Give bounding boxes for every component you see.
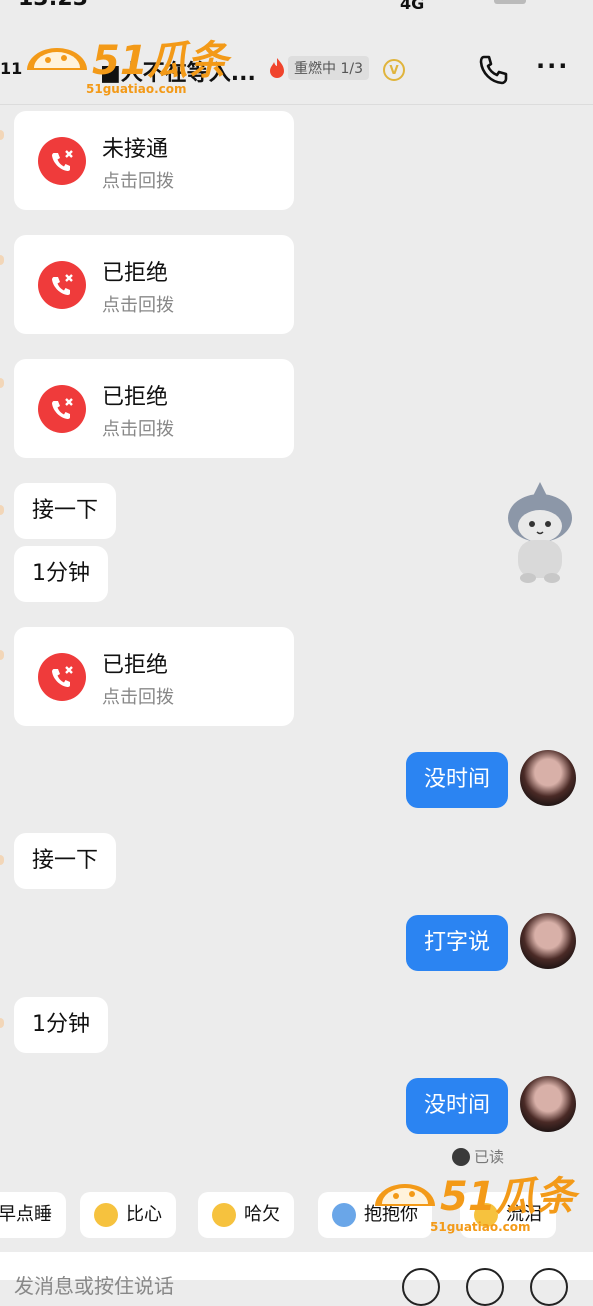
message-input-bar[interactable]: 发消息或按住说话 — [0, 1252, 593, 1306]
watermark-brand: 51瓜条 — [92, 38, 228, 84]
sender-avatar-edge — [0, 378, 4, 388]
status-bar: 13:23 4G — [0, 0, 593, 22]
call-record-card[interactable]: 已拒绝 点击回拨 — [14, 359, 294, 458]
shark-cat-sticker[interactable] — [502, 480, 578, 586]
signal-indicator: 4G — [400, 0, 425, 13]
heat-status-badge[interactable]: 重燃中 1/3 — [288, 56, 369, 80]
emoji-icon[interactable] — [466, 1268, 504, 1306]
received-message[interactable]: 接一下 — [14, 833, 117, 889]
call-status: 已拒绝 — [102, 653, 169, 678]
watermark-domain: 51guatiao.com — [86, 82, 187, 96]
watermark-domain: 51guatiao.com — [430, 1220, 531, 1234]
call-action: 点击回拨 — [102, 419, 174, 440]
call-record-card[interactable]: 已拒绝 点击回拨 — [14, 627, 294, 726]
yawn-emoji-icon — [212, 1203, 236, 1227]
avatar[interactable] — [520, 750, 576, 806]
read-avatar-icon — [452, 1147, 470, 1166]
read-receipt: 已读 — [452, 1146, 504, 1167]
received-message[interactable]: 1分钟 — [14, 546, 108, 602]
sender-avatar-edge — [0, 130, 4, 140]
quick-reply-label: 早点睡 — [0, 1204, 52, 1225]
flame-icon — [270, 58, 284, 78]
call-action: 点击回拨 — [102, 687, 174, 708]
watermark-logo: 51瓜条 51guatiao.com — [370, 1174, 576, 1234]
status-time: 13:23 — [18, 0, 88, 11]
quick-reply-chip[interactable]: 比心 — [80, 1192, 176, 1238]
sender-avatar-edge — [0, 855, 4, 865]
avatar[interactable] — [520, 913, 576, 969]
received-message[interactable]: 接一下 — [14, 483, 117, 539]
watermark-logo: 51瓜条 51guatiao.com — [22, 38, 228, 96]
more-options-icon[interactable]: ··· — [536, 52, 569, 80]
received-message[interactable]: 1分钟 — [14, 997, 108, 1053]
sender-avatar-edge — [0, 505, 4, 515]
sent-message[interactable]: 没时间 — [405, 752, 508, 808]
call-record-card[interactable]: 已拒绝 点击回拨 — [14, 235, 294, 334]
hug-emoji-icon — [332, 1203, 356, 1227]
plus-icon[interactable] — [530, 1268, 568, 1306]
heart-hands-emoji-icon — [94, 1203, 118, 1227]
missed-call-icon — [38, 261, 86, 309]
voice-icon[interactable] — [402, 1268, 440, 1306]
avatar[interactable] — [520, 1076, 576, 1132]
sent-message[interactable]: 打字说 — [405, 915, 508, 971]
call-status: 未接通 — [102, 137, 169, 162]
call-action: 点击回拨 — [102, 295, 174, 316]
vip-badge-icon[interactable]: V — [383, 59, 405, 81]
phone-call-icon[interactable] — [476, 52, 512, 88]
sender-avatar-edge — [0, 650, 4, 660]
quick-reply-label: 哈欠 — [244, 1204, 280, 1225]
watermelon-logo-icon — [375, 1184, 435, 1206]
sent-message[interactable]: 没时间 — [405, 1078, 508, 1134]
watermark-brand: 51瓜条 — [440, 1174, 576, 1220]
watermelon-logo-icon — [27, 48, 87, 70]
call-status: 已拒绝 — [102, 385, 169, 410]
battery-icon — [494, 0, 526, 4]
call-record-card[interactable]: 未接通 点击回拨 — [14, 111, 294, 210]
missed-call-icon — [38, 137, 86, 185]
quick-reply-chip[interactable]: 哈欠 — [198, 1192, 294, 1238]
call-action: 点击回拨 — [102, 171, 174, 192]
quick-reply-label: 比心 — [126, 1204, 162, 1225]
quick-reply-chip[interactable]: 早点睡 — [0, 1192, 66, 1238]
sender-avatar-edge — [0, 1018, 4, 1028]
back-unread-count[interactable]: 11 — [0, 59, 22, 78]
sender-avatar-edge — [0, 255, 4, 265]
missed-call-icon — [38, 653, 86, 701]
message-input-placeholder[interactable]: 发消息或按住说话 — [14, 1270, 174, 1299]
call-status: 已拒绝 — [102, 261, 169, 286]
read-status-text: 已读 — [474, 1148, 505, 1166]
missed-call-icon — [38, 385, 86, 433]
